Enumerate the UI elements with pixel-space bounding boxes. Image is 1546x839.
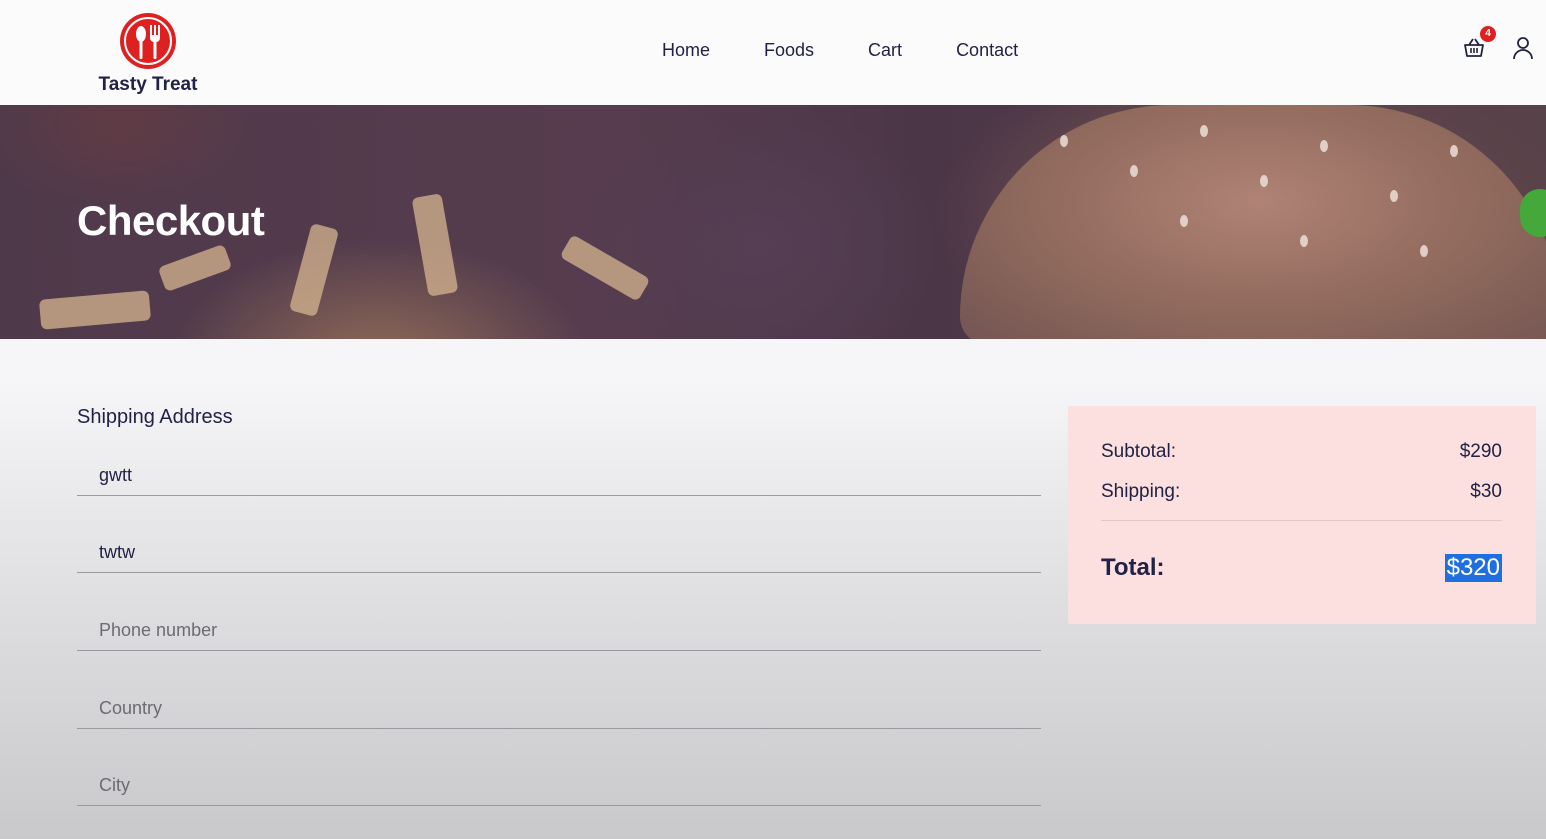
main-nav: Home Foods Cart Contact [662,38,1018,62]
subtotal-row: Subtotal: $290 [1101,441,1502,463]
shipping-value: $30 [1470,481,1502,502]
user-icon [1513,37,1533,60]
seed-decoration [1320,140,1328,152]
page-title: Checkout [77,197,265,244]
subtotal-label: Subtotal: [1101,441,1176,462]
email-input[interactable] [77,533,1041,573]
hero-burger-image [960,105,1546,339]
nav-link-home[interactable]: Home [662,38,710,62]
nav-link-contact[interactable]: Contact [956,38,1018,62]
order-summary: Subtotal: $290 Shipping: $30 Total: $320 [1068,406,1536,624]
seed-decoration [1200,125,1208,137]
country-input[interactable] [77,689,1041,729]
brand-name: Tasty Treat [98,74,198,95]
seed-decoration [1180,215,1188,227]
nav-link-foods[interactable]: Foods [764,38,814,62]
fry-decoration [157,243,233,293]
seed-decoration [1060,135,1068,147]
total-value: $320 [1444,554,1502,582]
fork-spoon-icon [120,13,176,69]
nav-link-cart[interactable]: Cart [868,38,902,62]
name-input[interactable] [77,456,1041,496]
seed-decoration [1450,145,1458,157]
brand-logo[interactable]: Tasty Treat [92,10,204,100]
shipping-label: Shipping: [1101,481,1181,502]
hero-banner: Checkout [0,105,1546,339]
summary-divider [1101,520,1502,521]
fry-decoration [38,290,152,330]
phone-input[interactable] [77,611,1041,651]
fry-decoration [288,222,340,318]
subtotal-value: $290 [1459,441,1502,462]
seed-decoration [1130,165,1138,177]
fry-decoration [559,234,651,302]
fry-decoration [411,193,459,297]
shipping-address-heading: Shipping Address [77,406,233,428]
total-label: Total: [1101,554,1165,581]
shipping-row: Shipping: $30 [1101,481,1502,503]
seed-decoration [1300,235,1308,247]
cart-count-badge: 4 [1480,26,1496,42]
user-account-button[interactable] [1512,36,1534,60]
seed-decoration [1420,245,1428,257]
side-drawer-handle[interactable] [1520,189,1546,237]
site-header: Tasty Treat Home Foods Cart Contact 4 [0,0,1546,105]
total-row: Total: $320 [1101,554,1502,582]
city-input[interactable] [77,766,1041,806]
seed-decoration [1390,190,1398,202]
seed-decoration [1260,175,1268,187]
